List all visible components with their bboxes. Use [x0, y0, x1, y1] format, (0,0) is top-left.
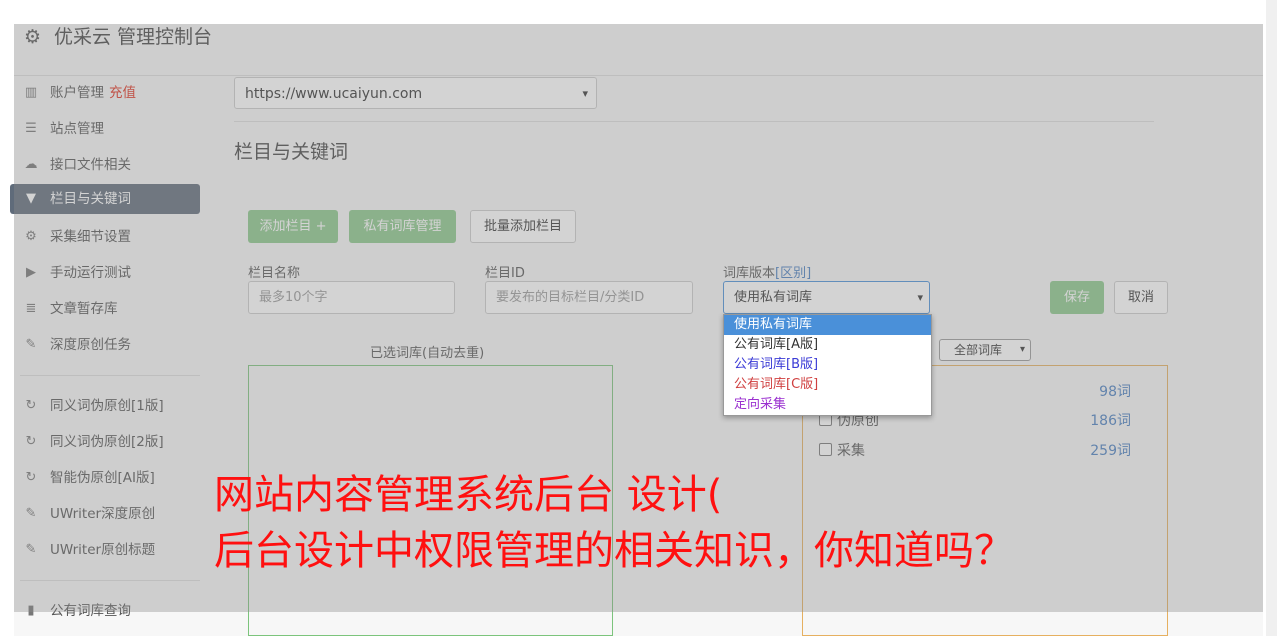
- lib-version-option[interactable]: 公有词库[C版]: [724, 375, 931, 395]
- lib-version-options: 使用私有词库 公有词库[A版] 公有词库[B版] 公有词库[C版] 定向采集: [723, 314, 932, 416]
- page-scrollbar[interactable]: [1266, 0, 1277, 636]
- overlay-headline: 网站内容管理系统后台 设计( 后台设计中权限管理的相关知识，你知道吗？: [214, 467, 1014, 579]
- headline-line2: 后台设计中权限管理的相关知识，你知道吗？: [214, 528, 1014, 574]
- lib-version-option[interactable]: 使用私有词库: [724, 315, 931, 335]
- lib-version-option[interactable]: 公有词库[B版]: [724, 355, 931, 375]
- lib-version-option[interactable]: 定向采集: [724, 395, 931, 415]
- headline-line1: 网站内容管理系统后台 设计(: [214, 472, 723, 518]
- lib-version-option[interactable]: 公有词库[A版]: [724, 335, 931, 355]
